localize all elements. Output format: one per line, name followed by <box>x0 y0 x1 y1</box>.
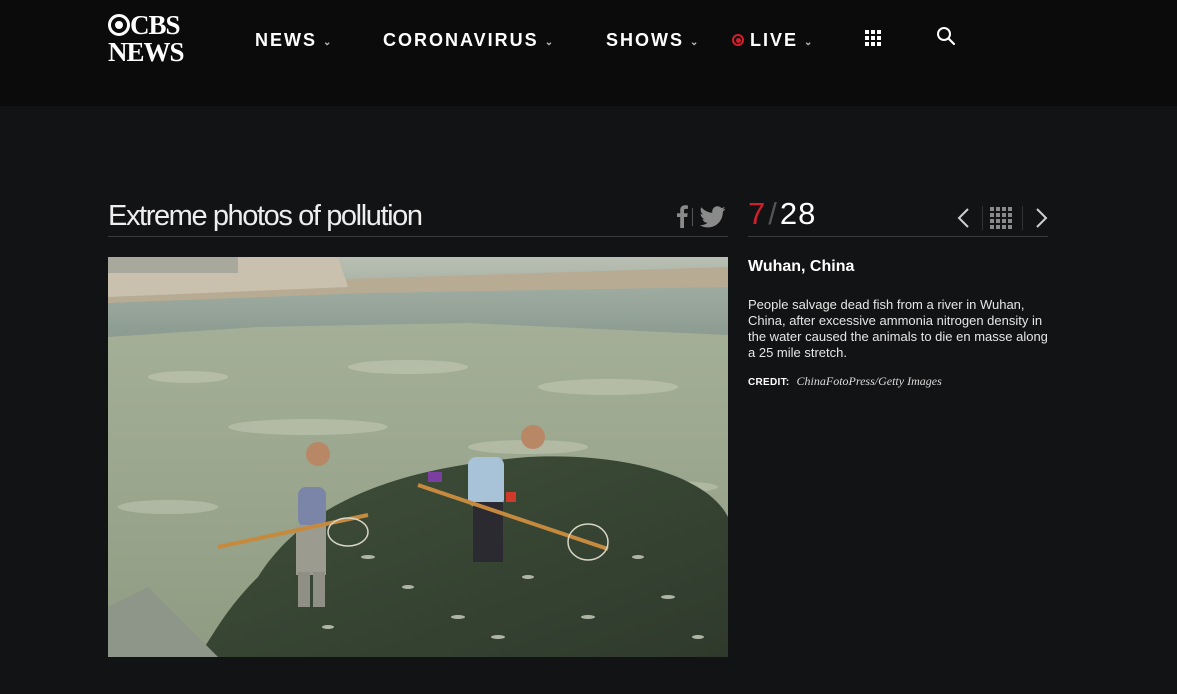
top-navigation-bar: CBS NEWS NEWS ⌄ CORONAVIRUS ⌄ SHOWS ⌄ LI… <box>0 0 1177 106</box>
slide-counter: 7/28 <box>748 196 816 232</box>
photo-illustration <box>108 257 728 657</box>
logo-text-cbs: CBS <box>130 10 181 40</box>
search-icon[interactable] <box>936 26 956 46</box>
credit-label: CREDIT: <box>748 377 790 388</box>
cbs-news-logo[interactable]: CBS NEWS <box>108 10 192 68</box>
credit-value: ChinaFotoPress/Getty Images <box>796 374 942 388</box>
photo-credit: CREDIT: ChinaFotoPress/Getty Images <box>748 374 942 389</box>
logo-text-news: NEWS <box>108 37 185 67</box>
share-divider <box>692 208 693 226</box>
grid-menu-icon[interactable] <box>865 30 881 46</box>
live-dot-icon <box>732 34 744 46</box>
chevron-left-icon[interactable] <box>955 206 973 230</box>
pager-divider <box>1022 206 1023 230</box>
slide-caption: People salvage dead fish from a river in… <box>748 297 1048 360</box>
twitter-icon[interactable] <box>700 206 726 228</box>
slide-counter-separator: / <box>768 196 778 231</box>
gallery-title: Extreme photos of pollution <box>108 200 423 232</box>
nav-item-label: LIVE <box>750 29 799 50</box>
chevron-down-icon: ⌄ <box>323 36 334 48</box>
slide-current-number: 7 <box>748 196 767 231</box>
nav-item-shows[interactable]: SHOWS ⌄ <box>606 28 700 52</box>
chevron-right-icon[interactable] <box>1032 206 1050 230</box>
slide-total-number: 28 <box>779 196 817 231</box>
nav-item-news[interactable]: NEWS ⌄ <box>255 28 333 52</box>
grid-icon[interactable] <box>990 207 1012 229</box>
chevron-down-icon: ⌄ <box>804 36 815 48</box>
nav-item-coronavirus[interactable]: CORONAVIRUS ⌄ <box>383 28 555 52</box>
title-divider <box>108 236 728 237</box>
cbs-eye-icon <box>108 14 130 36</box>
chevron-down-icon: ⌄ <box>544 36 556 48</box>
counter-divider <box>748 236 1048 237</box>
nav-item-label: SHOWS <box>606 29 685 50</box>
nav-item-label: NEWS <box>255 29 317 50</box>
pager-divider <box>982 206 983 230</box>
slide-title: Wuhan, China <box>748 258 855 275</box>
nav-item-live[interactable]: LIVE ⌄ <box>732 28 814 52</box>
facebook-icon[interactable] <box>674 204 690 228</box>
gallery-photo <box>108 257 728 657</box>
nav-item-label: CORONAVIRUS <box>383 29 539 50</box>
chevron-down-icon: ⌄ <box>690 36 701 48</box>
